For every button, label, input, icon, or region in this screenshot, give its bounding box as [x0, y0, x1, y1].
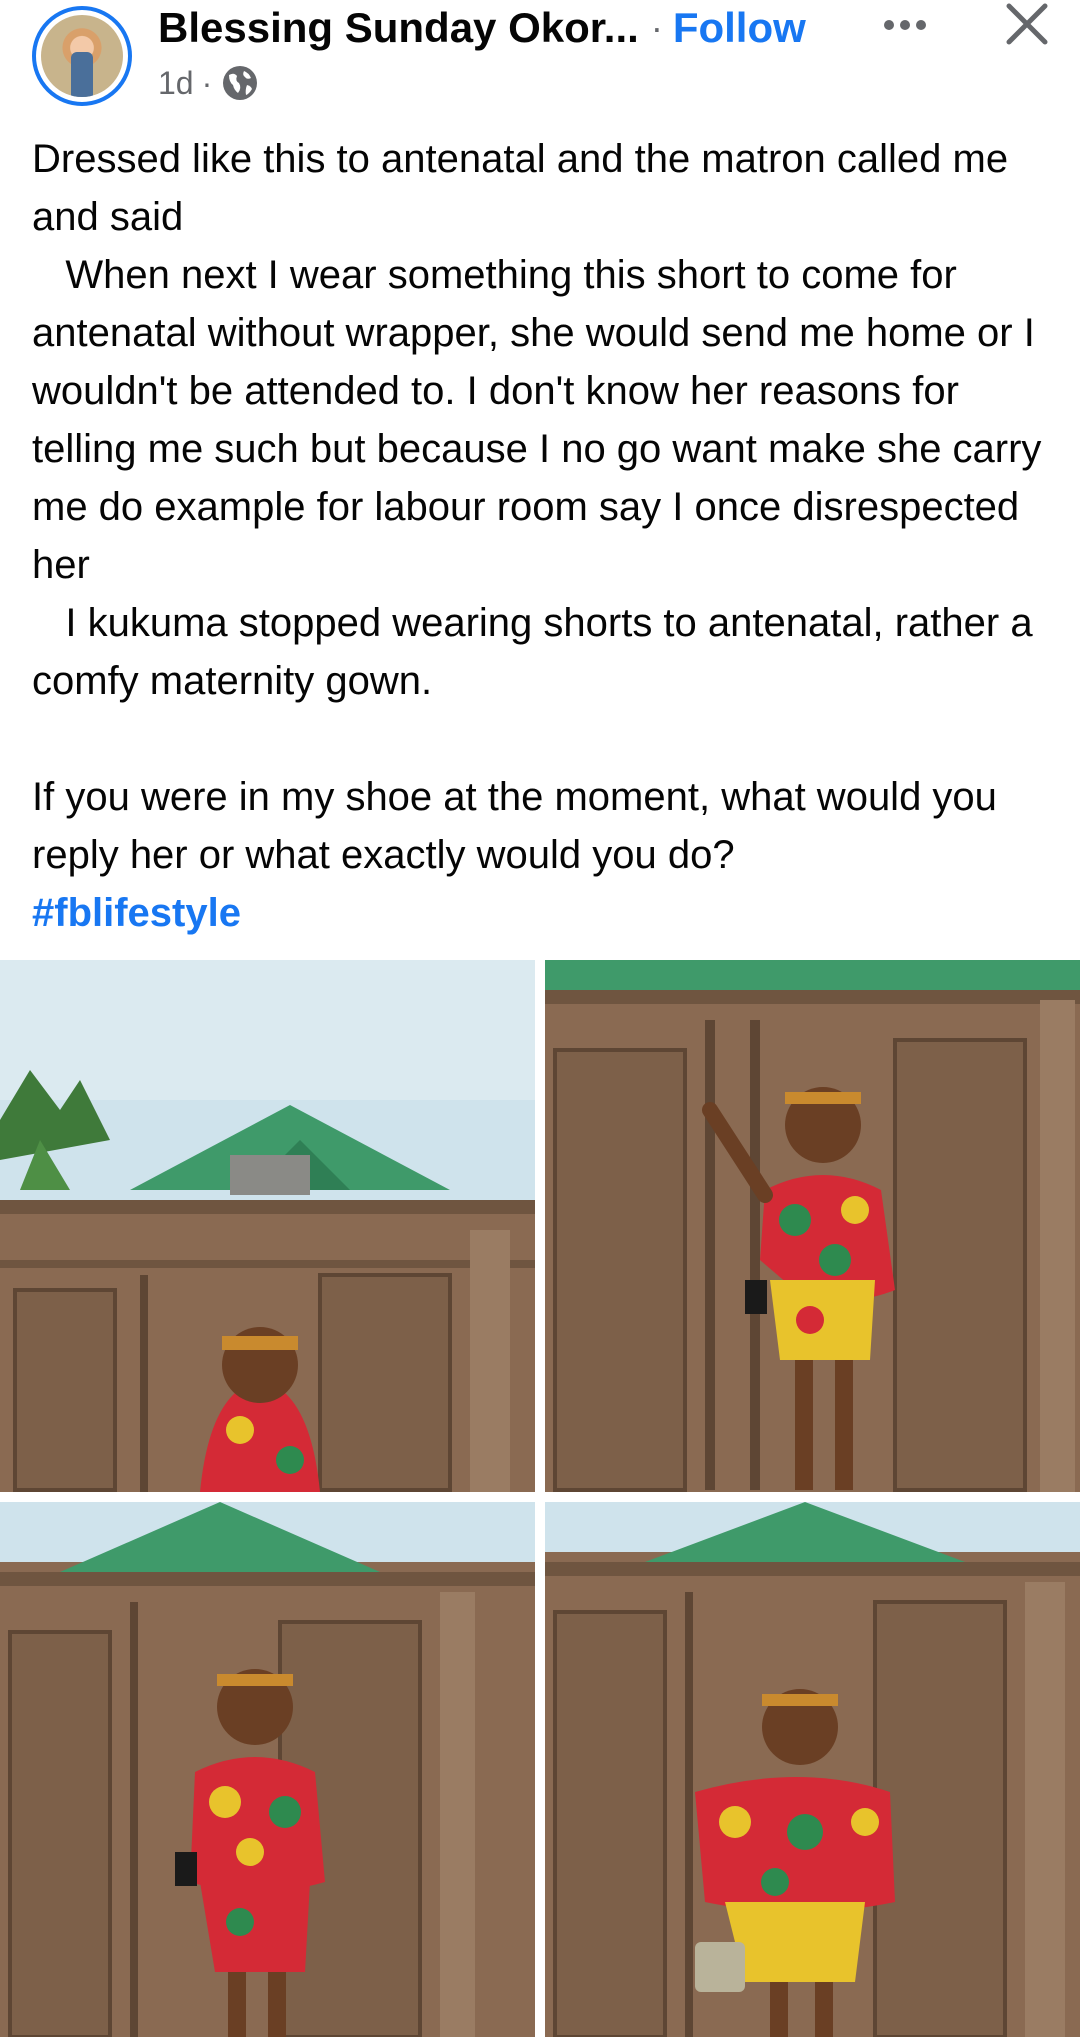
more-horizontal-icon[interactable] [880, 10, 930, 40]
author-avatar[interactable] [32, 6, 132, 106]
post-photo-3[interactable] [0, 1502, 535, 2037]
author-name[interactable]: Blessing Sunday Okor... [158, 4, 639, 52]
avatar-photo [41, 15, 123, 97]
post-meta: 1d · [158, 60, 260, 106]
close-icon[interactable] [1003, 0, 1051, 48]
globe-icon [223, 66, 258, 100]
post-time[interactable]: 1d [158, 65, 194, 102]
author-line: Blessing Sunday Okor... · Follow [158, 2, 806, 54]
post-header: Blessing Sunday Okor... · Follow 1d · [0, 0, 1080, 120]
photo-grid [0, 960, 1080, 2037]
photo-4-image [545, 1502, 1080, 2037]
post-photo-4[interactable] [545, 1502, 1080, 2037]
hashtag-link[interactable]: #fblifestyle [32, 884, 241, 942]
header-separator: · [650, 7, 663, 48]
photo-2-image [545, 960, 1080, 1492]
follow-button[interactable]: Follow [673, 4, 806, 52]
photo-3-image [0, 1502, 535, 2037]
meta-separator: · [201, 64, 213, 101]
post-photo-2[interactable] [545, 960, 1080, 1492]
post-photo-1[interactable] [0, 960, 535, 1492]
photo-1-image [0, 960, 535, 1492]
post-text: Dressed like this to antenatal and the m… [32, 137, 1042, 877]
